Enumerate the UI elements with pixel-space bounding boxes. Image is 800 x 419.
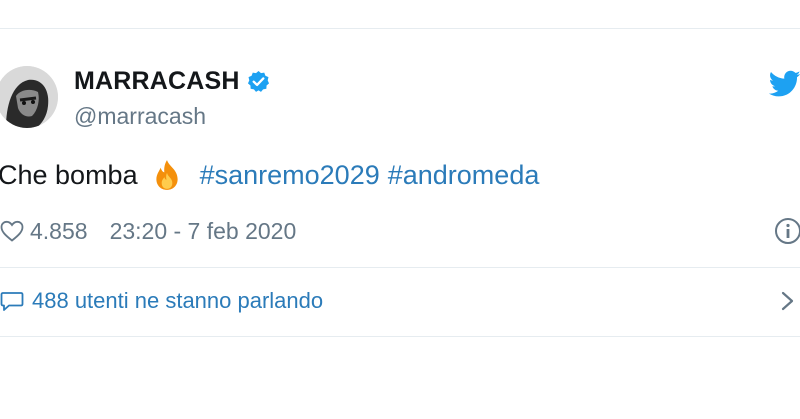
tweet-timestamp[interactable]: 23:20 - 7 feb 2020 xyxy=(110,218,297,245)
conversation-link[interactable]: 488 utenti ne stanno parlando xyxy=(0,285,800,317)
likes-count[interactable]: 4.858 xyxy=(30,218,88,245)
chevron-right-icon[interactable] xyxy=(780,290,796,312)
info-icon[interactable] xyxy=(774,217,800,245)
card-bottom-border xyxy=(0,336,800,337)
conversation-label[interactable]: 488 utenti ne stanno parlando xyxy=(32,288,323,314)
speech-bubble-icon xyxy=(0,290,24,312)
card-top-border xyxy=(0,28,800,29)
author-handle[interactable]: @marracash xyxy=(74,103,206,130)
tweet-text-body: Che bomba xyxy=(0,159,138,190)
verified-badge-icon xyxy=(247,70,270,93)
heart-icon[interactable] xyxy=(0,220,24,242)
hashtag-link[interactable]: #sanremo2029 xyxy=(200,160,380,191)
hashtag-link[interactable]: #andromeda xyxy=(388,160,540,191)
fire-icon xyxy=(150,158,184,192)
author-display-name[interactable]: MARRACASH xyxy=(74,67,240,96)
twitter-bird-icon[interactable] xyxy=(768,70,800,98)
divider xyxy=(0,267,800,268)
tweet-text: Che bomba #sanremo2029 #andromeda xyxy=(0,158,547,192)
tweet-meta-row: 4.858 23:20 - 7 feb 2020 xyxy=(0,214,296,248)
author-name-row[interactable]: MARRACASH xyxy=(74,64,270,98)
avatar-image xyxy=(0,66,58,128)
avatar[interactable] xyxy=(0,66,58,128)
